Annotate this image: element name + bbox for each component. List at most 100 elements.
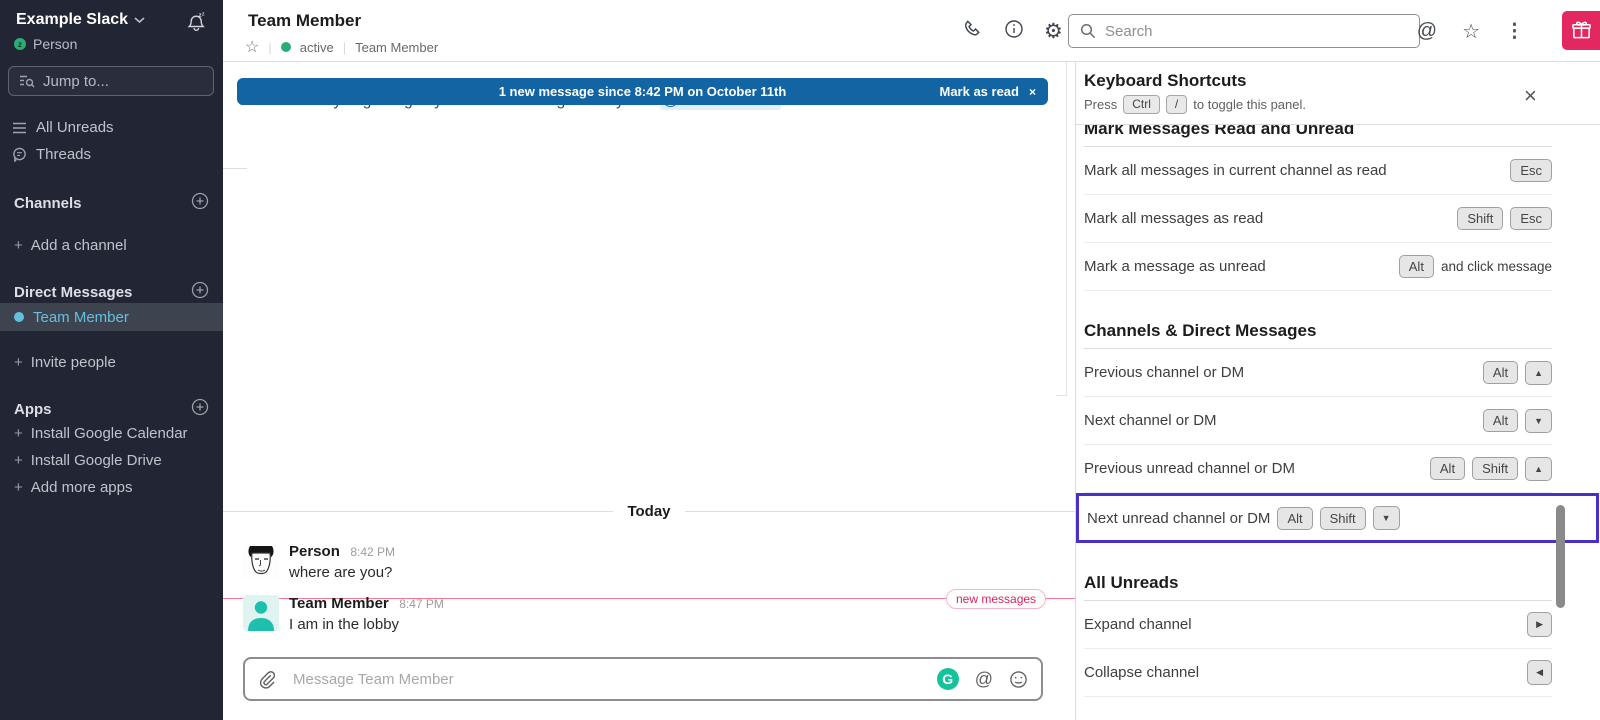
user-presence[interactable]: z Person: [14, 36, 77, 52]
mentions-at-icon[interactable]: @: [1417, 20, 1437, 43]
shortcut-row: Mark all messages in current channel as …: [1084, 147, 1552, 195]
apps-header-label: Apps: [14, 401, 52, 418]
shortcut-row: Previous unread channel or DM Alt Shift …: [1084, 445, 1552, 493]
message-text: where are you?: [289, 564, 395, 581]
status-label: active: [300, 40, 334, 55]
divider: [223, 168, 247, 169]
key-badge-slash: /: [1166, 95, 1187, 114]
threads-icon: [12, 147, 27, 162]
subtitle-name[interactable]: Team Member: [355, 40, 438, 55]
starred-items-icon[interactable]: ☆: [1462, 19, 1480, 44]
search-input[interactable]: Search: [1068, 14, 1420, 48]
message-timestamp[interactable]: 8:42 PM: [350, 545, 395, 559]
call-phone-icon[interactable]: [963, 18, 984, 44]
key-badge-arrow-right: ▶: [1527, 612, 1552, 637]
channels-section-header: Channels: [14, 192, 209, 214]
sidebar-item-install-google-drive[interactable]: + Install Google Drive: [14, 452, 162, 469]
banner-text: 1 new message since 8:42 PM on October 1…: [237, 78, 1048, 105]
message-content: Person 8:42 PM where are you?: [289, 543, 395, 581]
key-badge-arrow-down: ▼: [1525, 409, 1552, 433]
kebab-menu-icon[interactable]: ⋮: [1505, 20, 1524, 43]
app-window: Example Slack z z z Person Jump to...: [0, 0, 1600, 720]
sidebar-item-add-a-channel[interactable]: + Add a channel: [14, 237, 127, 254]
section-heading: Channels & Direct Messages: [1084, 321, 1552, 349]
date-divider-label: Today: [627, 503, 670, 520]
favorite-star-icon[interactable]: ☆: [245, 37, 259, 57]
banner-actions: Mark as read ×: [939, 78, 1036, 105]
shortcut-row: Next channel or DM Alt ▼: [1084, 397, 1552, 445]
svg-text:z: z: [202, 12, 205, 17]
message-author[interactable]: Team Member: [289, 595, 389, 612]
conversation-subheader: ☆ | active | Team Member: [245, 37, 438, 57]
add-app-plus-circle-icon[interactable]: [191, 398, 209, 420]
panel-body: Mark Messages Read and Unread Mark all m…: [1076, 125, 1600, 719]
shortcut-label: Next channel or DM: [1084, 412, 1476, 429]
shortcut-row: Collapse channel ◀: [1084, 649, 1552, 697]
plus-icon: +: [14, 354, 23, 371]
sidebar-item-threads[interactable]: Threads: [12, 146, 91, 163]
channels-header-label: Channels: [14, 195, 82, 212]
key-badge: Alt: [1483, 409, 1518, 432]
add-more-apps-label: Add more apps: [31, 479, 133, 496]
close-icon[interactable]: ×: [1524, 85, 1537, 107]
message-input[interactable]: Message Team Member G @: [243, 657, 1043, 701]
invite-people-label: Invite people: [31, 354, 116, 371]
search-placeholder: Search: [1105, 23, 1153, 40]
add-a-channel-label: Add a channel: [31, 237, 127, 254]
key-badge-arrow-up: ▲: [1525, 361, 1552, 385]
chat-scrollbar[interactable]: [1066, 62, 1067, 395]
shortcut-label: Next unread channel or DM: [1087, 510, 1270, 527]
sidebar-item-invite-people[interactable]: + Invite people: [14, 354, 116, 371]
jump-to-input[interactable]: Jump to...: [8, 66, 214, 96]
key-badge: Alt: [1483, 361, 1518, 384]
sidebar-item-team-member-dm[interactable]: Team Member: [0, 303, 223, 331]
new-messages-badge: new messages: [946, 589, 1046, 609]
sidebar-item-add-more-apps[interactable]: + Add more apps: [14, 479, 133, 496]
mark-as-read-button[interactable]: Mark as read: [939, 84, 1019, 99]
attach-paperclip-icon[interactable]: [258, 670, 275, 689]
panel-scrollbar-thumb[interactable]: [1556, 505, 1565, 608]
panel-title: Keyboard Shortcuts: [1084, 71, 1600, 91]
plus-icon: +: [14, 452, 23, 469]
threads-label: Threads: [36, 146, 91, 163]
banner-close-icon[interactable]: ×: [1029, 85, 1036, 99]
message-author[interactable]: Person: [289, 543, 340, 560]
grammarly-icon[interactable]: G: [937, 668, 959, 690]
add-channel-plus-circle-icon[interactable]: [191, 192, 209, 214]
gift-button[interactable]: [1562, 11, 1600, 50]
shortcut-label: Mark all messages as read: [1084, 210, 1450, 227]
plus-icon: +: [14, 479, 23, 496]
section-heading: Mark Messages Read and Unread: [1084, 125, 1552, 147]
new-message-banner: 1 new message since 8:42 PM on October 1…: [237, 78, 1048, 105]
mention-at-icon[interactable]: @: [975, 669, 993, 690]
dm-team-member-label: Team Member: [33, 309, 129, 326]
shortcut-row: Expand channel ▶: [1084, 601, 1552, 649]
message-content: Team Member 8:47 PM I am in the lobby: [289, 595, 444, 633]
workspace-menu[interactable]: Example Slack: [16, 11, 145, 29]
conversation-title: Team Member: [248, 11, 361, 31]
sidebar-item-install-google-calendar[interactable]: + Install Google Calendar: [14, 425, 188, 442]
presence-snooze-dot-icon: z: [14, 38, 26, 50]
plus-icon: +: [14, 425, 23, 442]
avatar-person[interactable]: [243, 543, 279, 579]
sidebar-item-all-unreads[interactable]: All Unreads: [12, 119, 114, 136]
panel-subtitle-prefix: Press: [1084, 97, 1117, 112]
sidebar: Example Slack z z z Person Jump to...: [0, 0, 223, 720]
avatar-team-member[interactable]: [243, 595, 279, 631]
search-icon: [1080, 23, 1096, 39]
shortcut-label: Previous unread channel or DM: [1084, 460, 1423, 477]
emoji-smiley-icon[interactable]: [1009, 670, 1028, 689]
gear-icon[interactable]: ⚙: [1044, 21, 1063, 42]
info-icon[interactable]: [1004, 19, 1024, 44]
add-dm-plus-circle-icon[interactable]: [191, 281, 209, 303]
key-badge: Esc: [1510, 159, 1552, 182]
key-badge: Shift: [1457, 207, 1503, 230]
shortcut-label: Mark a message as unread: [1084, 258, 1392, 275]
message-timestamp[interactable]: 8:47 PM: [399, 597, 444, 611]
key-badge-ctrl: Ctrl: [1123, 95, 1160, 114]
gift-icon: [1571, 20, 1592, 41]
shortcut-label: Collapse channel: [1084, 664, 1520, 681]
keyboard-shortcuts-panel: Keyboard Shortcuts Press Ctrl / to toggl…: [1075, 62, 1600, 720]
apps-section-header: Apps: [14, 398, 209, 420]
notifications-snoozed-bell-icon[interactable]: z z: [186, 12, 207, 38]
